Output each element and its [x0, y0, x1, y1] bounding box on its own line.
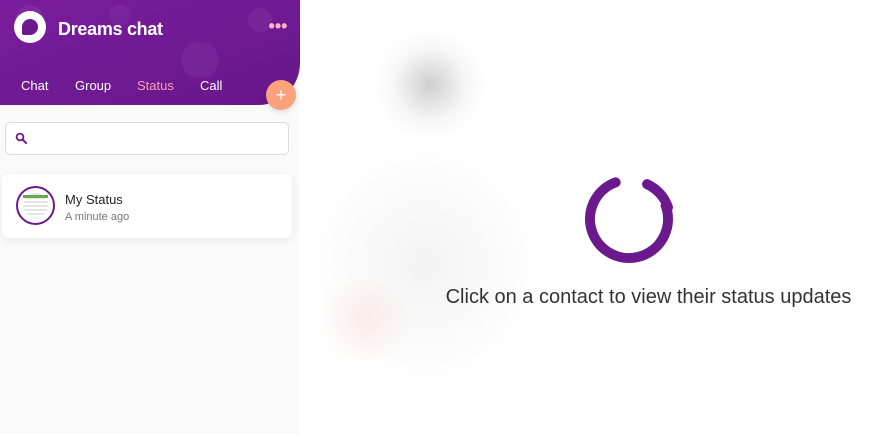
status-thumbnail	[23, 193, 48, 218]
avatar	[16, 186, 55, 225]
add-status-button[interactable]: +	[266, 80, 296, 110]
tab-chat[interactable]: Chat	[21, 78, 48, 93]
sidebar-header: Dreams chat ••• Chat Group Status Call	[0, 0, 300, 105]
loading-spinner-icon	[585, 177, 674, 263]
background-blur	[370, 30, 490, 140]
status-time: A minute ago	[65, 211, 130, 223]
sidebar: Dreams chat ••• Chat Group Status Call +…	[0, 0, 300, 434]
status-name: My Status	[65, 192, 123, 207]
tab-call[interactable]: Call	[200, 78, 222, 93]
dreams-chat-logo-icon	[14, 11, 46, 43]
search-input[interactable]	[34, 127, 286, 151]
empty-state-message: Click on a contact to view their status …	[300, 286, 869, 309]
empty-state-text: Click on a contact to view their status …	[445, 286, 852, 308]
list-item-my-status[interactable]: My Status A minute ago	[2, 174, 292, 238]
search-box	[5, 122, 289, 155]
search-icon	[15, 132, 27, 144]
main-panel: Click on a contact to view their status …	[300, 0, 869, 434]
more-options-button[interactable]: •••	[268, 17, 288, 36]
tab-group[interactable]: Group	[75, 78, 111, 93]
app-name: Dreams chat	[58, 19, 163, 39]
app-window: Dreams chat ••• Chat Group Status Call +…	[0, 0, 869, 434]
tab-status[interactable]: Status	[137, 78, 174, 93]
